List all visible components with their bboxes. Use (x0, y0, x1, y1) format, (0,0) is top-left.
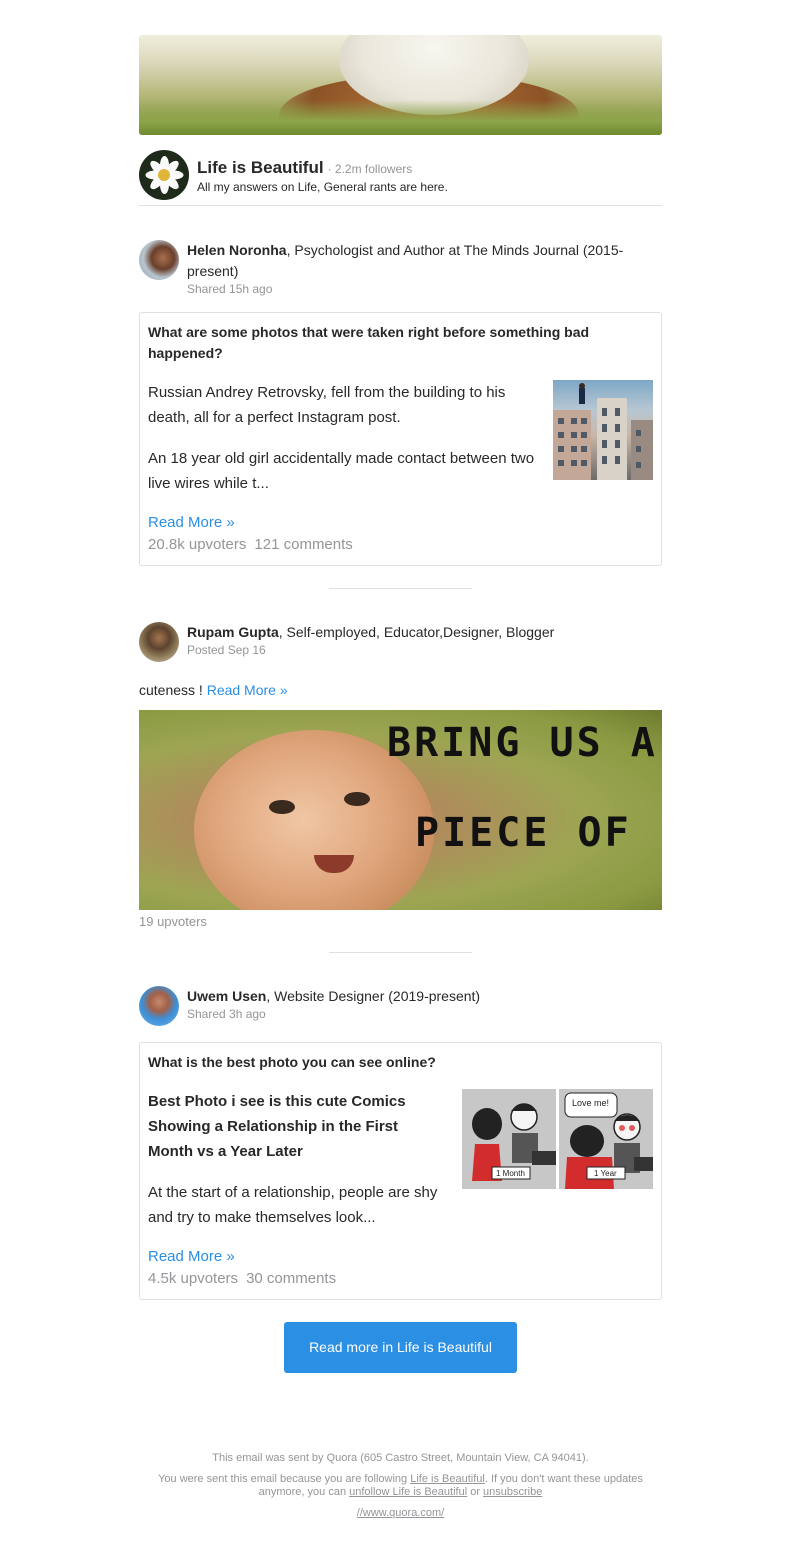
space-banner-image[interactable] (139, 35, 662, 135)
post-meta: Shared 15h ago (187, 282, 273, 296)
answer-paragraph: Russian Andrey Retrovsky, fell from the … (148, 384, 506, 426)
digest-container: Life is Beautiful · 2.2m followers All m… (139, 35, 662, 1373)
comments-count[interactable]: 30 comments (246, 1270, 336, 1287)
comments-count[interactable]: 121 comments (254, 536, 352, 553)
comic-illustration (462, 1089, 653, 1189)
answer-stats: 20.8k upvoters 121 comments (148, 534, 653, 556)
answer-excerpt: Best Photo i see is this cute Comics Sho… (148, 1089, 444, 1230)
answer-excerpt: Russian Andrey Retrovsky, fell from the … (148, 380, 535, 496)
unfollow-link[interactable]: unfollow Life is Beautiful (349, 1486, 467, 1498)
meme-text-line: PIECE OF (415, 810, 632, 856)
author-avatar[interactable] (139, 622, 179, 662)
quora-site-link[interactable]: //www.quora.com/ (357, 1507, 444, 1519)
item-divider (329, 588, 472, 589)
feed-item: Rupam Gupta, Self-employed, Educator,Des… (139, 622, 662, 953)
item-divider (329, 952, 472, 953)
space-info: Life is Beautiful · 2.2m followers All m… (197, 158, 448, 194)
space-title[interactable]: Life is Beautiful (197, 158, 324, 178)
comic-label: 1 Month (496, 1169, 525, 1178)
author-avatar[interactable] (139, 240, 179, 280)
answer-card[interactable]: What are some photos that were taken rig… (139, 312, 662, 566)
space-followers: · 2.2m followers (327, 162, 413, 176)
read-more-link[interactable]: Read More » (148, 1248, 235, 1265)
read-more-link[interactable]: Read More » (207, 682, 288, 698)
author-credential: , Website Designer (2019-present) (266, 988, 481, 1004)
read-more-space-button[interactable]: Read more in Life is Beautiful (284, 1322, 517, 1373)
question-title[interactable]: What is the best photo you can see onlin… (148, 1052, 653, 1073)
post-meta: Posted Sep 16 (187, 643, 266, 657)
comic-label: 1 Year (594, 1169, 617, 1178)
footer-sender: This email was sent by Quora (605 Castro… (212, 1452, 589, 1464)
author-avatar[interactable] (139, 986, 179, 1026)
email-footer: This email was sent by Quora (605 Castro… (139, 1452, 662, 1520)
upvoters-count[interactable]: 19 upvoters (139, 914, 662, 929)
space-header: Life is Beautiful · 2.2m followers All m… (139, 149, 662, 206)
answer-paragraph: An 18 year old girl accidentally made co… (148, 450, 535, 492)
post-text: cuteness ! Read More » (139, 680, 662, 700)
post-meta: Shared 3h ago (187, 1007, 266, 1021)
comic-bubble-text: Love me! (572, 1098, 610, 1108)
author-name[interactable]: Uwem Usen (187, 988, 266, 1004)
author-name[interactable]: Helen Noronha (187, 242, 287, 258)
post-image[interactable]: BRING US A PIECE OF (139, 710, 662, 910)
question-title[interactable]: What are some photos that were taken rig… (148, 322, 653, 364)
upvoters-count[interactable]: 20.8k upvoters (148, 536, 246, 553)
answer-card[interactable]: What is the best photo you can see onlin… (139, 1042, 662, 1300)
author-credential: , Self-employed, Educator,Designer, Blog… (278, 624, 555, 640)
answer-thumbnail[interactable] (553, 380, 653, 480)
space-link[interactable]: Life is Beautiful (410, 1473, 485, 1485)
answer-thumbnail[interactable]: Love me! 1 Month 1 Year (462, 1089, 653, 1189)
building-illustration (553, 383, 653, 480)
feed-item: Helen Noronha, Psychologist and Author a… (139, 240, 662, 589)
footer-reason: You were sent this email because you are… (158, 1473, 643, 1498)
answer-headline: Best Photo i see is this cute Comics Sho… (148, 1093, 406, 1160)
answer-stats: 4.5k upvoters 30 comments (148, 1268, 653, 1290)
banner-grass-shape (139, 100, 662, 135)
read-more-link[interactable]: Read More » (148, 514, 235, 531)
space-description: All my answers on Life, General rants ar… (197, 180, 448, 194)
author-name[interactable]: Rupam Gupta (187, 624, 279, 640)
feed-item: Uwem Usen, Website Designer (2019-presen… (139, 986, 662, 1300)
space-avatar[interactable] (139, 149, 189, 200)
unsubscribe-link[interactable]: unsubscribe (483, 1486, 542, 1498)
meme-text-line: BRING US A (387, 720, 658, 766)
upvoters-count[interactable]: 4.5k upvoters (148, 1270, 238, 1287)
answer-paragraph: At the start of a relationship, people a… (148, 1184, 438, 1226)
post-body: cuteness ! (139, 682, 207, 698)
